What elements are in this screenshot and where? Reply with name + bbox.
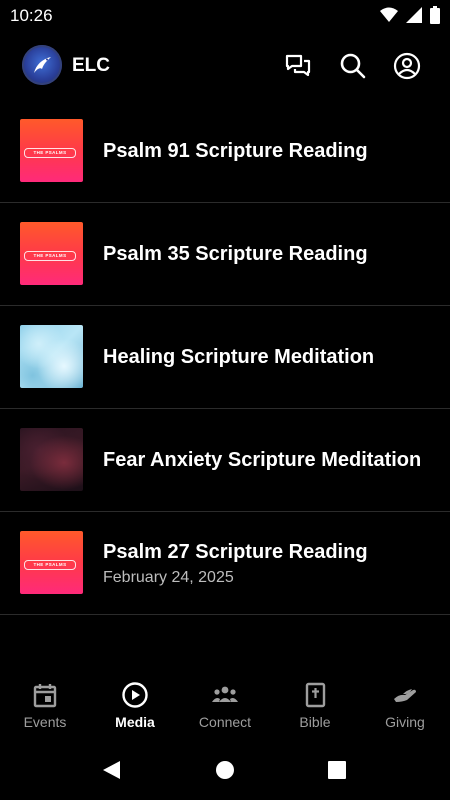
status-bar: 10:26 — [0, 0, 450, 32]
nav-bible[interactable]: Bible — [270, 672, 360, 744]
media-thumbnail: THE PSALMS — [20, 222, 83, 285]
home-icon[interactable] — [214, 759, 236, 781]
bottom-navigation: Events Media Connect Bible Giving — [0, 672, 450, 744]
chat-icon — [285, 54, 311, 77]
recents-icon[interactable] — [326, 759, 348, 781]
app-title: ELC — [72, 55, 110, 76]
giving-hand-icon — [394, 689, 416, 702]
media-title: Healing Scripture Meditation — [103, 346, 375, 368]
play-circle-icon — [122, 682, 148, 708]
nav-giving[interactable]: Giving — [360, 672, 450, 744]
nav-label: Connect — [198, 714, 252, 730]
back-icon[interactable] — [100, 759, 122, 781]
nav-label: Media — [115, 714, 155, 730]
nav-media[interactable]: Media — [90, 672, 180, 744]
status-icons — [380, 6, 440, 24]
media-item[interactable]: Fear Anxiety Scripture Meditation — [0, 409, 450, 512]
chat-button[interactable] — [284, 52, 312, 80]
nav-label: Events — [23, 714, 67, 730]
media-list: THE PSALMS Psalm 91 Scripture Reading TH… — [0, 100, 450, 615]
media-item[interactable]: THE PSALMS Psalm 91 Scripture Reading — [0, 100, 450, 203]
status-time: 10:26 — [10, 6, 53, 25]
group-icon — [212, 686, 238, 702]
media-thumbnail: THE PSALMS — [20, 119, 83, 182]
media-title: Psalm 27 Scripture Reading — [103, 541, 368, 563]
battery-icon — [430, 6, 440, 24]
search-icon — [340, 53, 366, 79]
media-thumbnail — [20, 325, 83, 388]
media-item[interactable]: Healing Scripture Meditation — [0, 306, 450, 409]
calendar-icon — [33, 684, 57, 708]
nav-label: Bible — [299, 714, 331, 730]
account-button[interactable] — [393, 52, 421, 80]
thumb-label: THE PSALMS — [24, 148, 76, 158]
nav-events[interactable]: Events — [0, 672, 90, 744]
wifi-icon — [380, 7, 398, 22]
nav-label: Giving — [385, 714, 425, 730]
media-title: Fear Anxiety Scripture Meditation — [103, 449, 422, 471]
media-item[interactable]: THE PSALMS Psalm 35 Scripture Reading — [0, 203, 450, 306]
church-logo-avatar[interactable] — [22, 45, 62, 85]
bird-logo-icon — [34, 57, 51, 73]
nav-connect[interactable]: Connect — [180, 672, 270, 744]
app-header: ELC — [0, 42, 450, 90]
bible-icon — [305, 682, 326, 708]
media-item[interactable]: THE PSALMS Psalm 27 Scripture Reading Fe… — [0, 512, 450, 615]
media-date: February 24, 2025 — [103, 569, 234, 586]
media-thumbnail: THE PSALMS — [20, 531, 83, 594]
signal-icon — [406, 7, 422, 23]
media-title: Psalm 91 Scripture Reading — [103, 140, 368, 162]
media-thumbnail — [20, 428, 83, 491]
system-navigation — [0, 750, 450, 790]
media-title: Psalm 35 Scripture Reading — [103, 243, 368, 265]
account-icon — [393, 52, 421, 80]
thumb-label: THE PSALMS — [24, 251, 76, 261]
thumb-label: THE PSALMS — [24, 560, 76, 570]
search-button[interactable] — [339, 52, 367, 80]
